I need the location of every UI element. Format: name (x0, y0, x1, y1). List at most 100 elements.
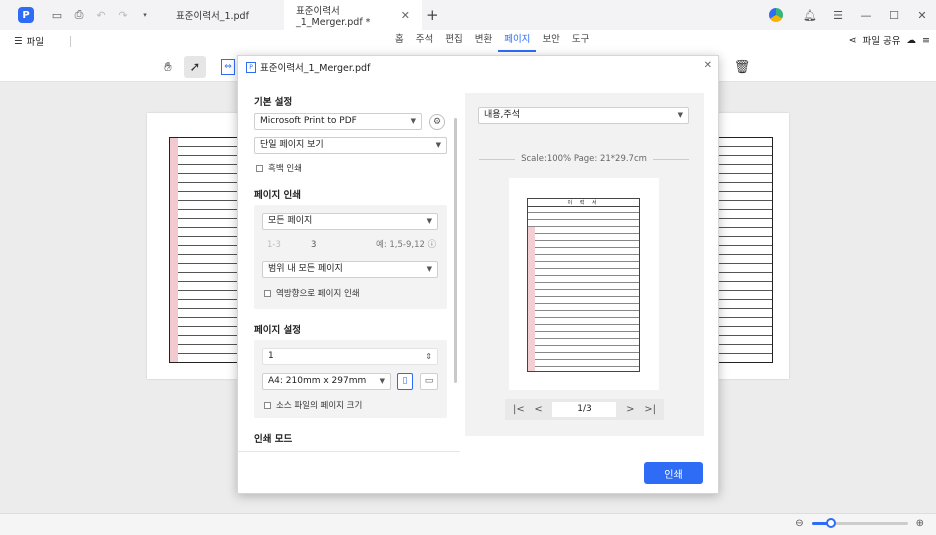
portrait-orientation-icon[interactable]: ▯ (397, 373, 413, 390)
dialog-close-icon[interactable]: ✕ (704, 60, 712, 71)
tab-document-2[interactable]: 표준이력서_1_Merger.pdf * ✕ (284, 0, 422, 30)
printer-settings-gear-icon[interactable]: ⚙ (429, 114, 445, 130)
page-insert-icon[interactable]: ⇔ (221, 59, 235, 75)
settings-scrollbar[interactable] (454, 118, 457, 383)
view-mode-value: 단일 페이지 보기 (260, 140, 324, 150)
paper-size-value: A4: 210mm x 297mm (268, 376, 367, 386)
hand-tool-icon[interactable]: ✋︎ (157, 56, 179, 78)
printer-value: Microsoft Print to PDF (260, 116, 357, 126)
redo-icon[interactable]: ↷ (112, 4, 134, 26)
printer-select[interactable]: Microsoft Print to PDF ▼ (254, 113, 422, 130)
dialog-title-bar: P 표준이력서_1_Merger.pdf (238, 56, 718, 78)
undo-icon[interactable]: ↶ (90, 4, 112, 26)
tab-tools[interactable]: 도구 (566, 30, 595, 52)
dialog-title: 표준이력서_1_Merger.pdf (260, 63, 371, 74)
first-page-icon[interactable]: |< (513, 404, 525, 415)
total-pages-text: 3 (311, 240, 317, 250)
copies-stepper[interactable]: 1 ⇕ (262, 348, 438, 365)
title-bar: P ▭ ⎙ ↶ ↷ ▾ 표준이력서_1.pdf 표준이력서_1_Merger.p… (0, 0, 936, 30)
tab-home[interactable]: 홈 (389, 30, 410, 52)
maximize-button[interactable]: ☐ (880, 4, 908, 26)
select-tool-icon[interactable]: ➚ (184, 56, 206, 78)
minimize-button[interactable]: — (852, 4, 880, 26)
divider (70, 36, 71, 47)
file-menu-button[interactable]: ☰ 파일 (14, 34, 44, 49)
page-subset-select[interactable]: 범위 내 모든 페이지 ▼ (262, 261, 438, 278)
source-page-size-checkbox[interactable]: 소스 파일의 페이지 크기 (264, 399, 362, 411)
grayscale-checkbox[interactable]: 흑백 인쇄 (256, 162, 302, 174)
previous-page-icon[interactable]: < (534, 404, 542, 415)
content-option-select[interactable]: 내용,주석 ▼ (478, 107, 689, 124)
view-mode-select[interactable]: 단일 페이지 보기 ▼ (254, 137, 447, 154)
chevron-down-icon: ▼ (426, 265, 432, 273)
chevron-down-icon: ▼ (410, 117, 416, 125)
next-page-icon[interactable]: > (626, 404, 634, 415)
print-preview-panel: 내용,주석 ▼ Scale:100% Page: 21*29.7cm 이 력 서… (465, 93, 704, 436)
tab-comment[interactable]: 주석 (410, 30, 439, 52)
status-bar: ⊖ ⊕ (0, 513, 936, 535)
paper-size-select[interactable]: A4: 210mm x 297mm ▼ (262, 373, 391, 390)
page-print-group: 모든 페이지 ▼ 1-3 3 예: 1,5-9,12 ⓘ 범위 내 모든 페이지… (254, 205, 447, 309)
tab-page[interactable]: 페이지 (498, 30, 537, 52)
resume-form (713, 137, 773, 363)
tab-label: 표준이력서_1_Merger.pdf * (296, 5, 371, 28)
notification-bell-icon[interactable]: 🔔︎ (796, 4, 824, 26)
open-file-icon[interactable]: ▭ (46, 4, 68, 26)
page-number-input[interactable]: 1/3 (552, 402, 617, 417)
resume-form (169, 137, 239, 363)
chevron-down-icon: ▼ (379, 377, 385, 385)
close-tab-icon[interactable]: ✕ (401, 9, 410, 22)
add-tab-button[interactable]: + (426, 6, 439, 24)
preview-page: 이 력 서 (509, 178, 659, 390)
copies-value: 1 (268, 351, 274, 361)
print-button[interactable]: 인쇄 (644, 462, 703, 484)
last-page-icon[interactable]: >| (644, 404, 656, 415)
share-file-label[interactable]: 파일 공유 (863, 33, 901, 47)
menu-bar: ☰ 파일 홈 주석 편집 변환 페이지 보안 도구 ⋖ 파일 공유 ☁ ≡ (0, 30, 936, 52)
zoom-slider[interactable] (811, 518, 908, 528)
cloud-upload-icon[interactable]: ☁ (907, 35, 917, 46)
landscape-orientation-icon[interactable]: ▭ (420, 373, 438, 390)
hamburger-menu-icon[interactable]: ☰ (824, 4, 852, 26)
zoom-slider-handle[interactable] (825, 518, 836, 528)
account-icon[interactable] (762, 4, 790, 26)
collapse-ribbon-icon[interactable]: ≡ (922, 35, 930, 46)
close-window-button[interactable]: ✕ (908, 4, 936, 26)
delete-page-icon[interactable]: 🗑︎ (731, 56, 753, 78)
chevron-down-icon: ▼ (426, 217, 432, 225)
chevron-down-icon: ▼ (435, 141, 441, 149)
tab-label: 표준이력서_1.pdf (176, 11, 249, 22)
page-range-select[interactable]: 모든 페이지 ▼ (262, 213, 438, 230)
share-icon[interactable]: ⋖ (849, 35, 857, 46)
checkbox-box[interactable] (264, 289, 271, 297)
tab-edit[interactable]: 편집 (439, 30, 468, 52)
resume-form-preview: 이 력 서 (527, 198, 640, 372)
stepper-arrows-icon[interactable]: ⇕ (425, 349, 432, 364)
tab-security[interactable]: 보안 (536, 30, 565, 52)
tab-convert[interactable]: 변환 (469, 30, 498, 52)
print-settings-panel: 기본 설정 Microsoft Print to PDF ▼ ⚙ 단일 페이지 … (238, 78, 460, 451)
app-logo-icon: P (18, 7, 34, 23)
content-option-value: 내용,주석 (484, 110, 520, 120)
zoom-out-icon[interactable]: ⊖ (795, 518, 803, 529)
page-setup-heading: 페이지 설정 (254, 325, 302, 336)
page-subset-value: 범위 내 모든 페이지 (268, 264, 343, 274)
page-setup-group: 1 ⇕ A4: 210mm x 297mm ▼ ▯ ▭ 소스 파일의 페이지 크… (254, 340, 447, 418)
page-print-heading: 페이지 인쇄 (254, 190, 302, 201)
custom-range-input[interactable]: 1-3 (262, 238, 304, 253)
info-icon: ⓘ (427, 240, 437, 250)
print-dialog: P 표준이력서_1_Merger.pdf ✕ 기본 설정 Microsoft P… (237, 55, 719, 494)
ribbon-tabs: 홈 주석 편집 변환 페이지 보안 도구 (389, 30, 595, 52)
checkbox-box[interactable] (264, 401, 271, 409)
divider (238, 451, 460, 452)
zoom-in-icon[interactable]: ⊕ (916, 518, 924, 529)
checkbox-box[interactable] (256, 164, 263, 172)
reverse-order-checkbox[interactable]: 역방향으로 페이지 인쇄 (264, 287, 360, 299)
page-range-value: 모든 페이지 (268, 216, 313, 226)
preview-form-heading: 이 력 서 (528, 199, 639, 207)
print-mode-heading: 인쇄 모드 (254, 434, 293, 445)
source-page-size-label: 소스 파일의 페이지 크기 (276, 401, 363, 411)
print-icon[interactable]: ⎙ (68, 4, 90, 26)
tab-document-1[interactable]: 표준이력서_1.pdf (164, 0, 284, 30)
quick-access-dropdown-icon[interactable]: ▾ (134, 4, 156, 26)
